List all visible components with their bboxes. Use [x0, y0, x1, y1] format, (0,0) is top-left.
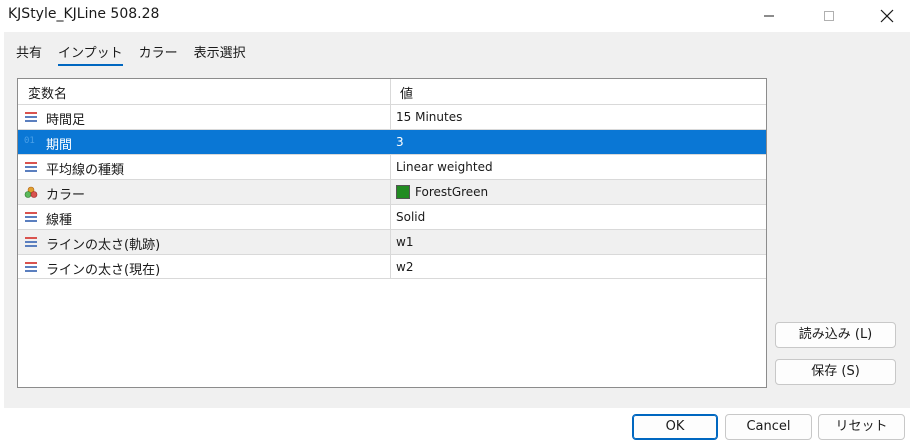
- row-name: ラインの太さ(現在): [46, 263, 161, 278]
- table-row[interactable]: カラー ForestGreen: [18, 179, 766, 204]
- tab-color[interactable]: カラー: [139, 40, 178, 66]
- color-swatch[interactable]: [396, 185, 410, 199]
- list-icon: [25, 162, 37, 172]
- load-button[interactable]: 読み込み (L): [775, 322, 896, 348]
- maximize-icon: [824, 11, 834, 21]
- close-icon: [880, 9, 894, 23]
- save-button[interactable]: 保存 (S): [775, 359, 896, 385]
- tab-visualization[interactable]: 表示選択: [194, 40, 246, 66]
- row-value[interactable]: Linear weighted: [396, 160, 493, 174]
- minimize-button[interactable]: [746, 0, 792, 32]
- tab-strip: 共有 インプット カラー 表示選択: [16, 40, 262, 66]
- grid-header: 変数名 値: [18, 79, 766, 104]
- cell-divider: [390, 155, 391, 179]
- tab-input[interactable]: インプット: [58, 40, 123, 66]
- cell-divider: [390, 105, 391, 129]
- row-name: ラインの太さ(軌跡): [46, 238, 161, 253]
- row-value[interactable]: Solid: [396, 210, 425, 224]
- table-row[interactable]: 01 期間 3: [18, 129, 766, 154]
- row-name: 平均線の種類: [46, 163, 125, 178]
- row-value[interactable]: 15 Minutes: [396, 110, 462, 124]
- cell-divider: [390, 230, 391, 254]
- close-button[interactable]: [864, 0, 910, 32]
- row-value[interactable]: w1: [396, 235, 413, 249]
- row-name: カラー: [46, 188, 86, 203]
- ok-button[interactable]: OK: [632, 414, 718, 440]
- number-icon: 01: [24, 136, 35, 146]
- table-row[interactable]: ラインの太さ(軌跡) w1: [18, 229, 766, 254]
- cell-divider: [390, 180, 391, 204]
- row-value[interactable]: 3: [396, 135, 404, 149]
- cancel-button[interactable]: Cancel: [725, 414, 812, 440]
- title-bar: KJStyle_KJLine 508.28: [0, 0, 914, 32]
- table-row[interactable]: 時間足 15 Minutes: [18, 104, 766, 129]
- list-icon: [25, 237, 37, 247]
- table-row[interactable]: 平均線の種類 Linear weighted: [18, 154, 766, 179]
- table-row[interactable]: ラインの太さ(現在) w2: [18, 254, 766, 279]
- row-value[interactable]: w2: [396, 260, 413, 274]
- row-name: 時間足: [46, 113, 86, 128]
- row-name: 期間: [46, 138, 73, 153]
- table-row[interactable]: 線種 Solid: [18, 204, 766, 229]
- cell-divider: [390, 255, 391, 279]
- tab-common[interactable]: 共有: [16, 40, 42, 66]
- minimize-icon: [764, 15, 774, 17]
- row-name: 線種: [46, 213, 73, 228]
- list-icon: [25, 112, 37, 122]
- color-palette-icon: [24, 186, 38, 198]
- dialog-client-area: 共有 インプット カラー 表示選択 変数名 値 時間足 15 Minutes 0…: [4, 32, 910, 408]
- column-header-value[interactable]: 値: [400, 83, 413, 102]
- list-icon: [25, 262, 37, 272]
- row-value[interactable]: ForestGreen: [415, 185, 488, 199]
- parameter-grid: 変数名 値 時間足 15 Minutes 01 期間 3 平均線の種類 Line…: [17, 78, 767, 388]
- maximize-button[interactable]: [806, 0, 852, 32]
- cell-divider: [390, 205, 391, 229]
- window-title: KJStyle_KJLine 508.28: [8, 6, 160, 22]
- column-header-name[interactable]: 変数名: [28, 83, 67, 102]
- reset-button[interactable]: リセット: [818, 414, 905, 440]
- list-icon: [25, 212, 37, 222]
